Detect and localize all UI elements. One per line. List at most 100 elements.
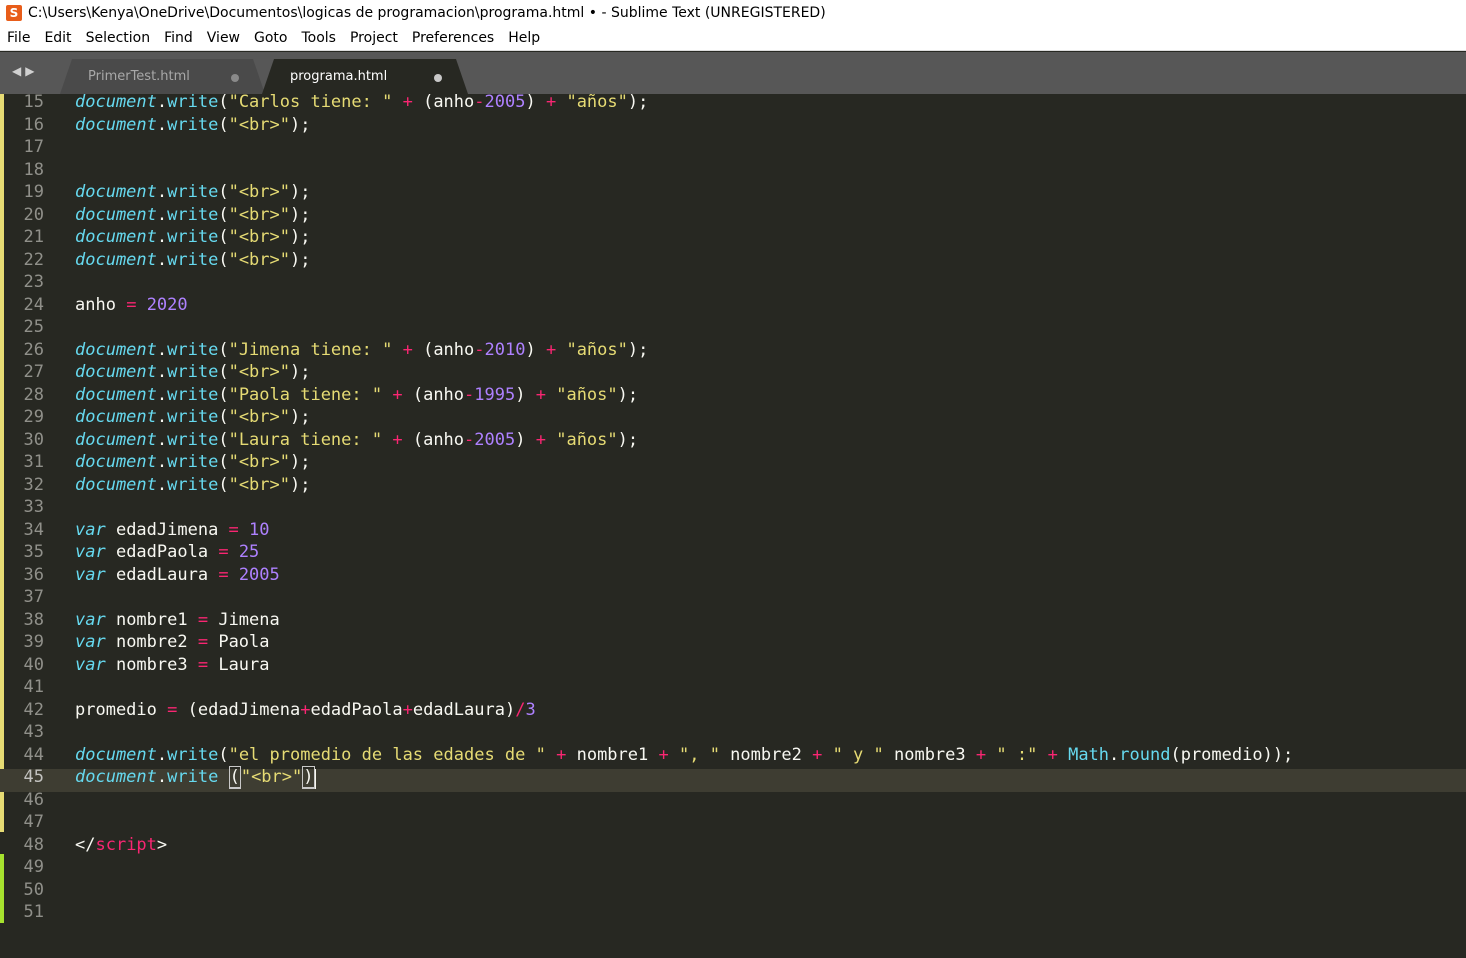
function-token: write xyxy=(167,114,219,135)
code-text[interactable]: document.write("<br>"); xyxy=(75,249,311,270)
line-number: 24 xyxy=(23,294,44,315)
menu-goto[interactable]: Goto xyxy=(247,30,294,46)
code-line[interactable]: 44 document.write("el promedio de las eda… xyxy=(0,744,1466,770)
code-token: ); xyxy=(290,249,311,270)
code-line[interactable]: 18 xyxy=(0,161,1466,185)
code-line[interactable]: 22 document.write("<br>"); xyxy=(0,249,1466,275)
code-text[interactable]: document.write("<br>"); xyxy=(75,364,310,381)
operator-token: = xyxy=(167,699,178,720)
code-text[interactable]: document.write("<br>"); xyxy=(75,184,310,201)
code-line[interactable]: 36 var edadLaura = 2005 xyxy=(0,565,1466,590)
code-line[interactable]: 27 document.write("<br>"); xyxy=(0,364,1466,387)
code-line[interactable]: 33 xyxy=(0,499,1466,522)
code-line[interactable]: 50 xyxy=(0,881,1466,905)
code-line[interactable]: 32 document.write("<br>"); xyxy=(0,476,1466,500)
code-text[interactable]: document.write("<br>"); xyxy=(75,114,310,135)
code-line[interactable]: 28 document.write("Paola tiene: " + (anho… xyxy=(0,384,1466,410)
code-token: . xyxy=(156,114,168,135)
code-line[interactable]: 43 xyxy=(0,724,1466,747)
code-line[interactable]: 42 promedio = (edadJimena+edadPaola+edadL… xyxy=(0,699,1466,725)
code-text[interactable]: var nombre1 = Jimena xyxy=(75,611,280,629)
tab-nav-arrows[interactable]: ◀▶ xyxy=(12,64,38,78)
code-text[interactable]: promedio = (edadJimena+edadPaola+edadLau… xyxy=(75,699,536,720)
code-text[interactable]: var nombre3 = Laura xyxy=(75,656,270,674)
menu-view[interactable]: View xyxy=(200,30,247,46)
code-token: . xyxy=(156,744,168,765)
code-text[interactable]: document.write("<br>"); xyxy=(75,454,310,471)
tab-primertest[interactable]: PrimerTest.html xyxy=(60,59,265,94)
code-line[interactable]: 41 xyxy=(0,679,1466,702)
code-line[interactable]: 30 document.write("Laura tiene: " + (anho… xyxy=(0,429,1466,455)
code-line[interactable]: 39 var nombre2 = Paola xyxy=(0,634,1466,657)
menu-help[interactable]: Help xyxy=(501,30,547,46)
code-line[interactable]: 48 </script> xyxy=(0,834,1466,860)
code-line[interactable]: 15 document.write("Carlos tiene: " + (anh… xyxy=(0,94,1466,117)
code-text[interactable]: document.write("<br>"); xyxy=(75,206,310,224)
menu-preferences[interactable]: Preferences xyxy=(405,30,501,46)
code-line[interactable]: 29 document.write("<br>"); xyxy=(0,409,1466,432)
code-text[interactable]: document.write("Carlos tiene: " + (anho-… xyxy=(75,94,648,111)
code-text[interactable]: document.write("Jimena tiene: " + (anho-… xyxy=(75,339,648,360)
code-text[interactable]: anho = 2020 xyxy=(75,296,188,314)
chevron-right-icon[interactable]: ▶ xyxy=(25,64,38,78)
menu-tools[interactable]: Tools xyxy=(294,30,343,46)
code-token: . xyxy=(156,227,168,247)
code-line[interactable]: 16 document.write("<br>"); xyxy=(0,114,1466,140)
menu-find[interactable]: Find xyxy=(157,30,200,46)
code-line[interactable]: 25 xyxy=(0,319,1466,342)
line-number: 20 xyxy=(23,204,44,225)
unsaved-dot-icon[interactable] xyxy=(434,74,442,82)
code-line[interactable]: 40 var nombre3 = Laura xyxy=(0,656,1466,680)
line-number: 25 xyxy=(23,317,44,337)
code-text[interactable]: document.write("Paola tiene: " + (anho-1… xyxy=(75,384,639,405)
code-text[interactable]: var nombre2 = Paola xyxy=(75,634,270,651)
code-line[interactable]: 23 xyxy=(0,274,1466,297)
code-token: ( xyxy=(218,384,229,405)
code-text[interactable]: var edadLaura = 2005 xyxy=(75,565,280,585)
chevron-left-icon[interactable]: ◀ xyxy=(12,64,25,78)
code-text[interactable]: </script> xyxy=(75,834,167,855)
keyword-token: document xyxy=(75,339,157,360)
code-line[interactable]: 45 document.write ("<br>") xyxy=(0,766,1466,792)
code-text[interactable]: var edadJimena = 10 xyxy=(75,519,270,540)
menu-selection[interactable]: Selection xyxy=(79,30,158,46)
tab-programa[interactable]: programa.html xyxy=(262,59,468,94)
code-token: ); xyxy=(617,384,639,405)
code-line[interactable]: 21 document.write("<br>"); xyxy=(0,229,1466,252)
code-line[interactable]: 34 var edadJimena = 10 xyxy=(0,519,1466,545)
code-token: edadPaola xyxy=(310,699,403,720)
code-text[interactable]: document.write("Laura tiene: " + (anho-2… xyxy=(75,429,638,450)
operator-token: + xyxy=(392,429,403,450)
bracket-token: ) xyxy=(302,766,315,789)
string-token: "el promedio de las edades de " xyxy=(228,744,546,765)
code-line[interactable]: 51 xyxy=(0,904,1466,927)
code-line[interactable]: 20 document.write("<br>"); xyxy=(0,204,1466,230)
menu-edit[interactable]: Edit xyxy=(37,30,78,46)
code-line[interactable]: 38 var nombre1 = Jimena xyxy=(0,611,1466,635)
code-line[interactable]: 35 var edadPaola = 25 xyxy=(0,544,1466,567)
code-editor[interactable]: 15 document.write("Carlos tiene: " + (anh… xyxy=(0,94,1466,958)
code-line[interactable]: 47 xyxy=(0,814,1466,837)
keyword-token: document xyxy=(75,767,157,787)
code-line[interactable]: 37 xyxy=(0,589,1466,612)
code-text[interactable]: var edadPaola = 25 xyxy=(75,544,259,561)
code-line[interactable]: 49 xyxy=(0,859,1466,882)
keyword-token: var xyxy=(75,519,106,540)
code-text[interactable]: document.write("el promedio de las edade… xyxy=(75,744,1293,765)
code-text[interactable]: document.write("<br>"); xyxy=(75,476,310,494)
code-text[interactable]: document.write("<br>"); xyxy=(75,409,310,426)
menu-project[interactable]: Project xyxy=(343,30,405,46)
code-text[interactable]: document.write ("<br>") xyxy=(75,766,316,789)
code-line[interactable]: 46 xyxy=(0,791,1466,815)
menu-file[interactable]: File xyxy=(0,30,37,46)
unsaved-dot-icon[interactable] xyxy=(231,74,239,82)
code-line[interactable]: 17 xyxy=(0,139,1466,162)
code-token: . xyxy=(156,249,168,270)
code-line[interactable]: 24 anho = 2020 xyxy=(0,294,1466,320)
code-token: </ xyxy=(75,834,96,855)
code-line[interactable]: 26 document.write("Jimena tiene: " + (anh… xyxy=(0,339,1466,365)
code-line[interactable]: 31 document.write("<br>"); xyxy=(0,454,1466,477)
code-text[interactable]: document.write("<br>"); xyxy=(75,229,310,246)
code-line[interactable]: 19 document.write("<br>"); xyxy=(0,184,1466,207)
